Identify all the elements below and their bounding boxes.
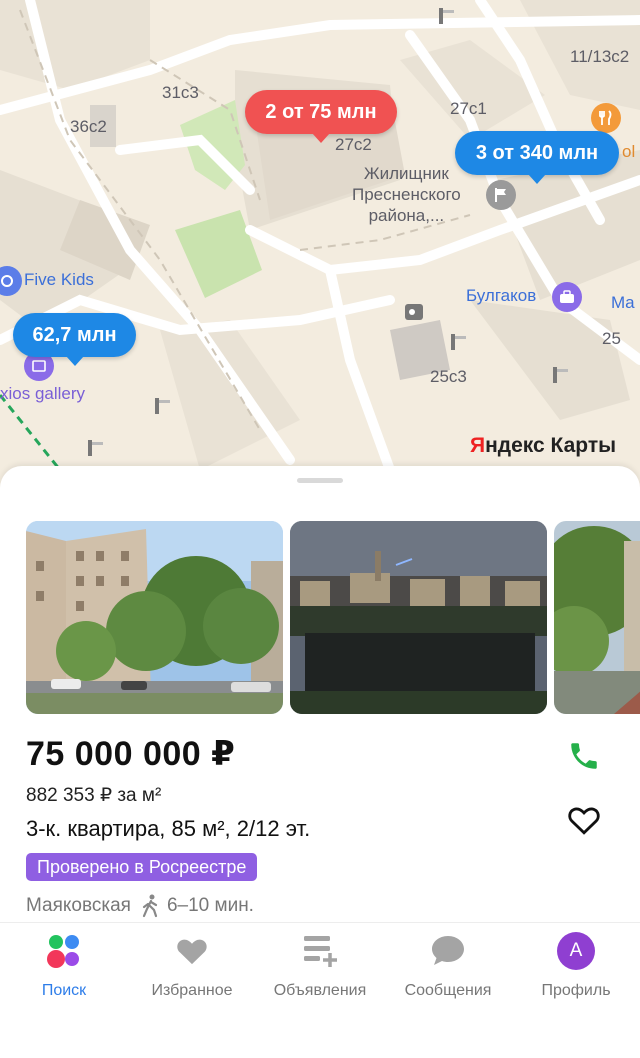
poi-bulgakov-label[interactable]: Булгаков <box>466 286 536 306</box>
map-streets <box>0 0 640 500</box>
building-number: 25с3 <box>430 367 467 386</box>
price-pin-62-7[interactable]: 62,7 млн <box>13 313 136 366</box>
tab-listings[interactable]: Объявления <box>256 931 384 1011</box>
tab-profile[interactable]: A Профиль <box>512 931 640 1011</box>
poi-gallery-label[interactable]: xios gallery <box>0 384 85 404</box>
building-number: 25 <box>602 329 621 348</box>
building-number: 27с1 <box>450 99 487 118</box>
map-view[interactable]: 36с2 31с3 27с1 27с2 11/13с2 25 25с3 Жили… <box>0 0 640 500</box>
phone-icon <box>571 743 597 769</box>
verified-badge: Проверено в Росреестре <box>26 853 258 881</box>
flag-icon[interactable] <box>486 180 516 210</box>
metro-station: Маяковская <box>26 895 131 916</box>
heart-icon <box>172 931 212 971</box>
barrier-icon <box>451 334 466 350</box>
listing-photo[interactable] <box>26 521 283 714</box>
listing-description: 3-к. квартира, 85 м², 2/12 эт. <box>26 816 311 841</box>
listing-price: 75 000 000 ₽ <box>26 735 236 773</box>
price-per-square-meter: 882 353 ₽ за м² <box>26 785 162 806</box>
barrier-icon <box>439 8 454 24</box>
bottom-tab-bar: Поиск Избранное Объявления Сообщения A П… <box>0 922 640 1058</box>
photo-carousel[interactable] <box>26 521 640 714</box>
poi-zhilishnik-label[interactable]: Жилищник Пресненского района,... <box>352 163 461 226</box>
yandex-maps-logo[interactable]: Яндекс Карты <box>470 434 616 458</box>
tab-favorites[interactable]: Избранное <box>128 931 256 1011</box>
building-number: 11/13с2 <box>570 47 630 66</box>
listings-icon <box>300 931 340 971</box>
tab-label: Профиль <box>541 982 611 999</box>
tab-search[interactable]: Поиск <box>0 931 128 1011</box>
poi-restaurant-label[interactable]: ol <box>622 142 635 162</box>
restaurant-icon[interactable] <box>591 103 621 133</box>
poi-ma-label[interactable]: Ma <box>611 293 635 313</box>
walking-icon <box>142 894 158 918</box>
building-number: 27с2 <box>335 135 372 154</box>
tab-label: Поиск <box>41 982 87 999</box>
listing-photo[interactable] <box>290 521 547 714</box>
parking-barrier-icon <box>405 304 423 320</box>
heart-outline-icon <box>568 807 600 835</box>
message-icon <box>428 931 468 971</box>
tab-label: Сообщения <box>404 982 492 999</box>
walk-time: 6–10 мин. <box>166 895 254 916</box>
price-pin-3-from-340[interactable]: 3 от 340 млн <box>455 131 619 184</box>
search-dots-icon <box>44 931 84 971</box>
listing-photo[interactable] <box>554 521 640 714</box>
price-pin-2-from-75[interactable]: 2 от 75 млн <box>245 90 397 143</box>
tab-label: Избранное <box>151 982 233 999</box>
barrier-icon <box>553 367 568 383</box>
briefcase-icon[interactable] <box>552 282 582 312</box>
poi-five-kids-label[interactable]: Five Kids <box>24 270 94 290</box>
building-number: 36с2 <box>70 117 107 136</box>
tab-label: Объявления <box>273 982 367 999</box>
call-button[interactable] <box>564 736 604 776</box>
building-number: 31с3 <box>162 83 199 102</box>
tab-messages[interactable]: Сообщения <box>384 931 512 1011</box>
favorite-button[interactable] <box>564 800 604 840</box>
sheet-grabber[interactable] <box>297 478 343 483</box>
avatar: A <box>557 932 595 970</box>
barrier-icon <box>88 440 103 456</box>
barrier-icon <box>155 398 170 414</box>
metro-info: Маяковская 6–10 мин. <box>26 894 254 918</box>
